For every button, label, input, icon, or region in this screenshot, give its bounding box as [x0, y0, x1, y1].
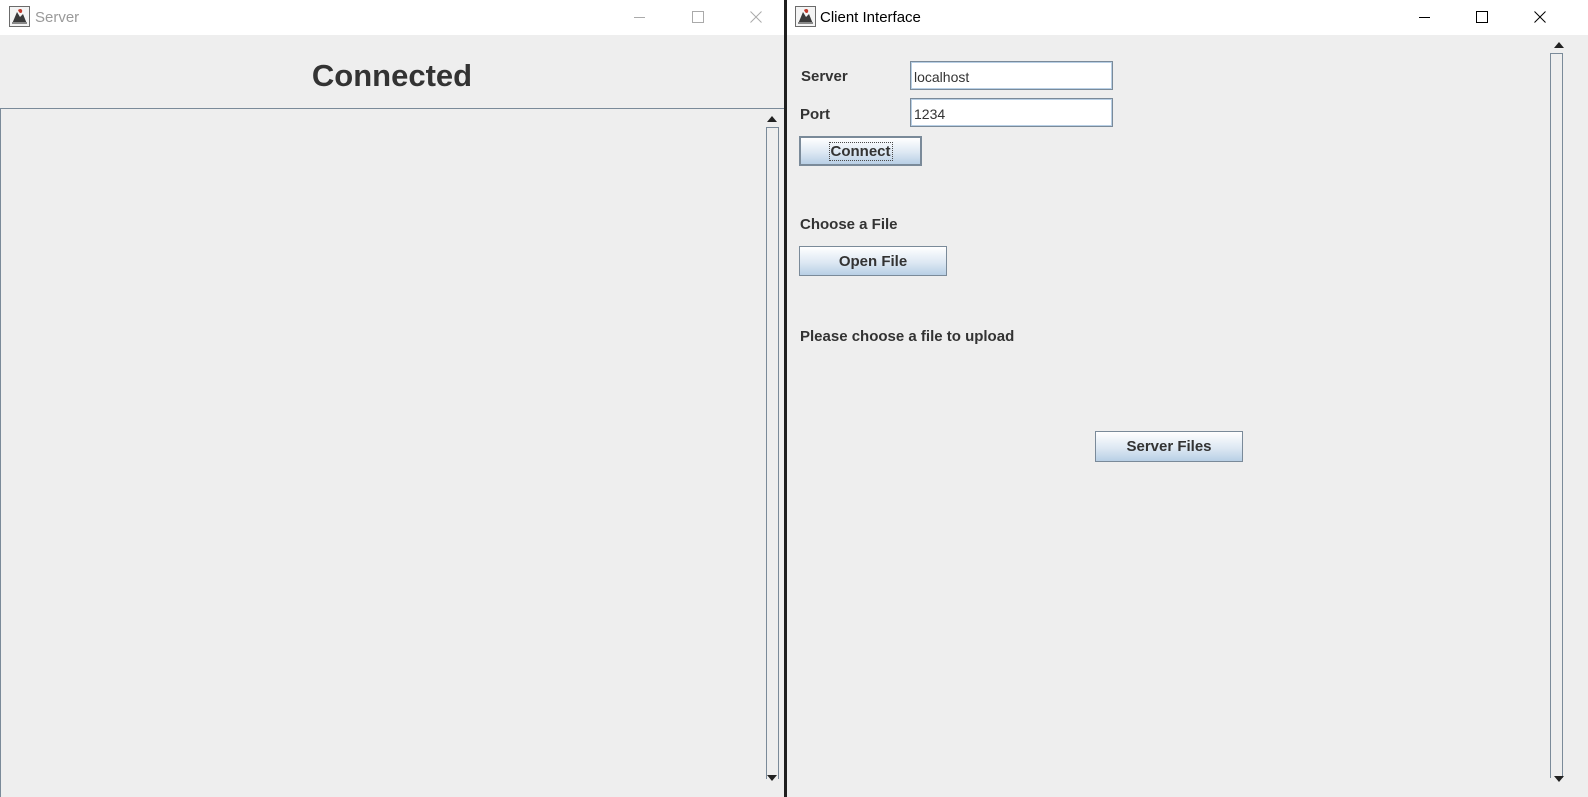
close-icon — [750, 11, 762, 23]
close-button[interactable] — [733, 0, 779, 35]
server-log-textarea[interactable] — [0, 108, 784, 797]
minimize-button[interactable] — [617, 0, 663, 35]
scroll-up-arrow-icon[interactable] — [767, 116, 777, 122]
server-titlebar[interactable]: Server — [0, 0, 784, 35]
window-title: Server — [35, 9, 80, 26]
java-app-icon — [795, 6, 816, 27]
close-icon — [1534, 11, 1546, 23]
upload-status-message: Please choose a file to upload — [800, 328, 1015, 345]
client-scrollbar[interactable] — [1548, 36, 1570, 797]
connect-button-label: Connect — [828, 141, 893, 161]
port-input[interactable] — [910, 98, 1113, 127]
client-titlebar[interactable]: Client Interface — [787, 0, 1588, 35]
scrollbar-track[interactable] — [766, 127, 779, 779]
server-label: Server — [801, 68, 848, 85]
scroll-down-arrow-icon[interactable] — [767, 775, 777, 781]
server-host-input[interactable] — [910, 61, 1113, 90]
server-files-button[interactable]: Server Files — [1095, 431, 1243, 462]
open-file-button-label: Open File — [838, 252, 908, 270]
server-files-button-label: Server Files — [1126, 438, 1212, 455]
maximize-button[interactable] — [1459, 0, 1505, 35]
java-app-icon — [9, 6, 30, 27]
maximize-button[interactable] — [675, 0, 721, 35]
close-button[interactable] — [1517, 0, 1563, 35]
maximize-icon — [692, 11, 704, 23]
port-label: Port — [800, 106, 830, 123]
server-window: Server Connected — [0, 0, 784, 797]
minimize-icon — [1419, 17, 1430, 18]
choose-file-label: Choose a File — [800, 216, 898, 233]
scroll-down-arrow-icon[interactable] — [1554, 776, 1564, 782]
scroll-up-arrow-icon[interactable] — [1554, 42, 1564, 48]
minimize-button[interactable] — [1402, 0, 1448, 35]
open-file-button[interactable]: Open File — [799, 246, 947, 276]
connect-button[interactable]: Connect — [799, 136, 922, 166]
server-log-scrollbar[interactable] — [763, 109, 782, 797]
connection-status-heading: Connected — [311, 58, 473, 93]
maximize-icon — [1476, 11, 1488, 23]
scrollbar-track[interactable] — [1550, 53, 1563, 778]
client-window: Client Interface Server Port Connect Cho… — [787, 0, 1588, 797]
window-title: Client Interface — [820, 9, 921, 26]
minimize-icon — [634, 17, 645, 18]
